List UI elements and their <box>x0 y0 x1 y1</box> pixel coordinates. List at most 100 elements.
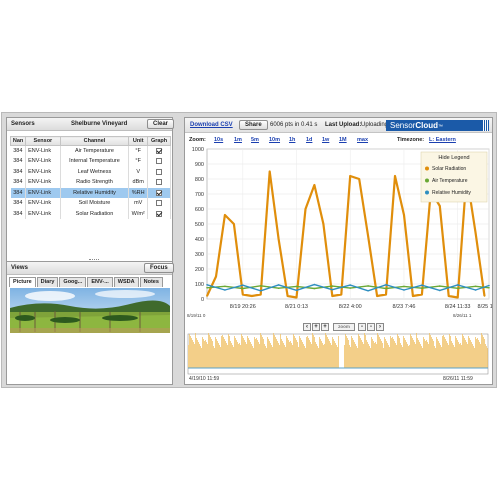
navigator-bar <box>369 346 370 368</box>
y-tick-label: 700 <box>195 192 204 198</box>
column-header-channel[interactable]: Channel <box>59 136 130 146</box>
navigator-bar <box>304 346 305 368</box>
data-point <box>421 284 423 286</box>
graph-cell <box>147 208 171 219</box>
main-chart[interactable]: 0 100 200 300 400 500 600 700 800 900 1000 8/19 20:… <box>185 118 492 384</box>
navigator-bar <box>333 339 334 368</box>
navigator-bar <box>364 333 365 368</box>
nav-back-icon[interactable]: ‹ <box>303 323 311 331</box>
column-header-sensor[interactable]: Sensor <box>25 136 61 146</box>
graph-cell <box>147 156 171 167</box>
data-point <box>295 289 298 292</box>
navigator-bar <box>310 342 311 368</box>
navigator-bar <box>200 346 201 368</box>
navigator-bar <box>390 336 391 368</box>
navigator-bar <box>323 345 324 368</box>
data-point <box>224 214 226 216</box>
views-tab[interactable]: ENV-... <box>87 277 113 287</box>
navigator-bar <box>261 335 262 368</box>
navigator-bar <box>387 343 388 368</box>
graph-checkbox[interactable] <box>156 200 163 207</box>
sensor-row[interactable]: 384 ENV-Link Leaf Wetness V <box>10 166 171 177</box>
nav-minus-icon[interactable]: - <box>358 323 366 331</box>
navigator-bar <box>486 346 487 368</box>
navigator-bar <box>191 338 192 368</box>
views-tab[interactable]: Notes <box>139 277 163 287</box>
navigator-bar <box>188 345 189 368</box>
navigator-bar <box>376 344 377 368</box>
navigator-bar <box>220 347 221 368</box>
sensor-row[interactable]: 384 ENV-Link Solar Radiation W/m² <box>10 208 171 219</box>
sensor-row[interactable]: 384 ENV-Link Internal Temperature °F <box>10 156 171 167</box>
navigator-bar <box>474 348 475 368</box>
navigator-bar <box>229 336 230 368</box>
navigator-bar <box>418 340 419 368</box>
navigator-bar <box>266 348 267 368</box>
views-tab[interactable]: Goog... <box>59 277 87 287</box>
sensors-header: Sensors Shelburne Vineyard Clear <box>7 118 175 131</box>
navigator-bar <box>345 334 346 368</box>
sensor-unit-cell: mV <box>128 198 149 209</box>
data-point <box>259 293 262 296</box>
navigator-bar <box>269 341 270 368</box>
navigator-bar <box>357 348 358 368</box>
nav-zoom-out-icon[interactable]: + <box>321 323 329 331</box>
column-header-unit[interactable]: Unit <box>128 136 149 146</box>
data-point <box>349 175 352 177</box>
nav-zoom-in-icon[interactable]: + <box>312 323 320 331</box>
sensor-row[interactable]: 384 ENV-Link Soil Moisture mV <box>10 198 171 209</box>
navigator-bar <box>350 347 351 368</box>
hide-legend-button[interactable]: Hide Legend <box>438 155 469 161</box>
navigator-bar <box>440 345 441 368</box>
data-point <box>215 275 217 278</box>
clear-button[interactable]: Clear <box>147 119 175 129</box>
graph-checkbox[interactable] <box>156 158 163 165</box>
navigator-bar <box>332 337 333 368</box>
navigator-bar <box>216 339 217 368</box>
y-tick-label: 900 <box>195 162 204 168</box>
nav-zoom-slider[interactable]: zoom <box>333 323 355 331</box>
sensor-row[interactable]: 384 ENV-Link Relative Humidity %RH <box>10 187 171 198</box>
navigator-bar <box>354 342 355 368</box>
legend-entry[interactable]: Relative Humidity <box>432 190 471 196</box>
views-tab[interactable]: WSDA <box>113 277 139 287</box>
graph-checkbox[interactable] <box>156 168 163 175</box>
y-tick-label: 1000 <box>192 147 204 153</box>
navigator-bar <box>203 339 204 368</box>
navigator-bar <box>326 335 327 368</box>
focus-button[interactable]: Focus <box>144 263 174 273</box>
graph-checkbox[interactable] <box>156 179 163 186</box>
navigator-bar <box>211 339 212 368</box>
sensor-row[interactable]: 384 ENV-Link Air Temperature °F <box>10 145 171 156</box>
navigator-bar <box>405 340 406 368</box>
column-header-nan[interactable]: Nan <box>9 136 27 146</box>
navigator-bar <box>288 340 289 368</box>
navigator-bar <box>206 342 207 368</box>
sensors-title: Sensors <box>11 121 35 127</box>
navigator-bar <box>409 345 410 368</box>
navigator-bar <box>355 344 356 368</box>
graph-checkbox[interactable] <box>156 210 163 217</box>
sensor-sensor-cell: ENV-Link <box>25 187 61 198</box>
legend-entry[interactable]: Air Temperature <box>432 178 468 184</box>
sensor-row[interactable]: 384 ENV-Link Radio Strength dBm <box>10 177 171 188</box>
navigator-bar <box>249 340 250 368</box>
navigator-bar <box>448 345 449 368</box>
nav-forward-icon[interactable]: › <box>376 323 384 331</box>
graph-checkbox[interactable] <box>156 189 163 196</box>
navigator-bar <box>444 337 445 368</box>
nav-minus2-icon[interactable]: - <box>367 323 375 331</box>
navigator-bar <box>301 340 302 368</box>
navigator-bar <box>420 344 421 368</box>
navigator-bar <box>193 342 194 368</box>
navigator-bar <box>415 344 416 368</box>
views-tab[interactable]: Picture <box>9 277 36 287</box>
navigator-bar <box>260 333 261 368</box>
column-header-graph[interactable]: Graph <box>147 136 171 146</box>
navigator-bar <box>455 336 456 368</box>
navigator-bar <box>469 338 470 368</box>
data-point <box>367 285 369 287</box>
legend-entry[interactable]: Solar Radiation <box>432 166 466 172</box>
graph-checkbox[interactable] <box>156 147 163 154</box>
views-tab[interactable]: Diary <box>36 277 59 287</box>
